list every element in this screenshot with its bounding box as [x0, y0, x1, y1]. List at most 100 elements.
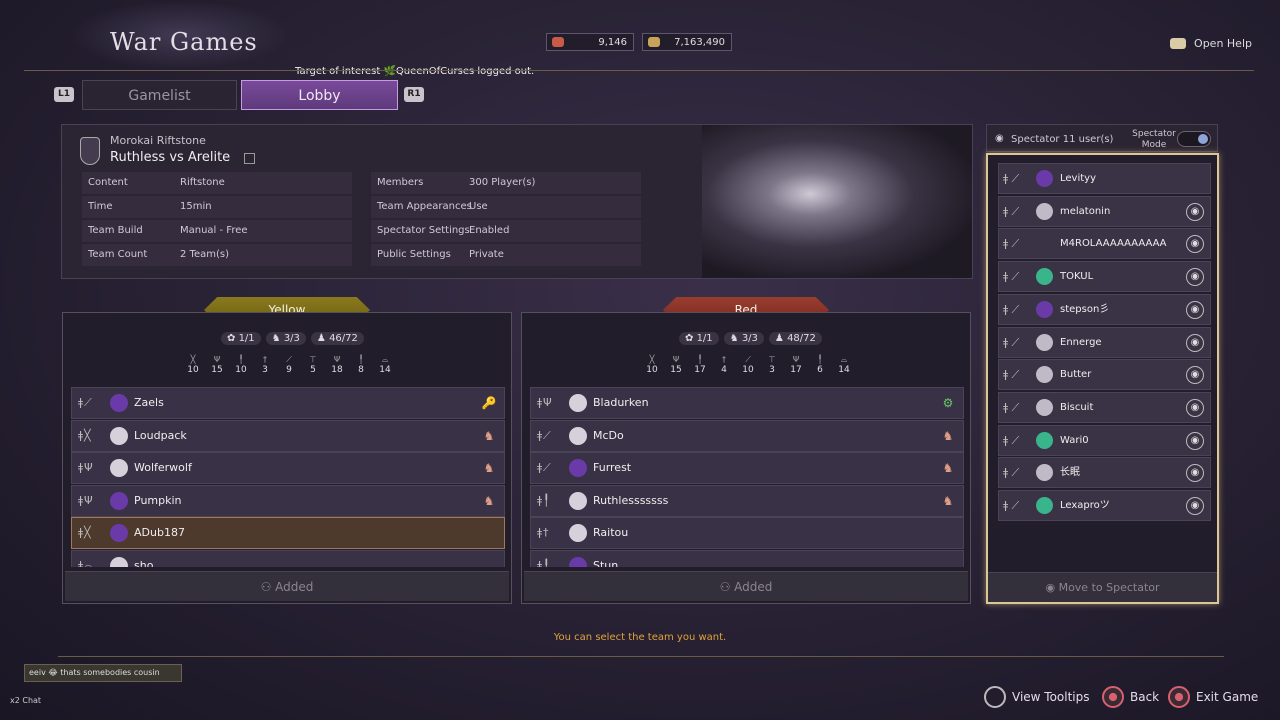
crest-icon [569, 556, 587, 567]
spectator-row[interactable]: ǂ ⟋ stepson彡 ◉ [998, 293, 1211, 325]
spectator-name: stepson彡 [1060, 303, 1110, 315]
info-value: Riftstone [180, 177, 225, 188]
spectator-row[interactable]: ǂ ⟋ Levityy [998, 163, 1211, 194]
player-list[interactable]: ǂ⟋ Zaels 🔑 ǂ╳ Loudpack ♞ ǂΨ Wolferwolf ♞ ǂΨ Pumpki… [71, 387, 505, 567]
added-button[interactable]: ⚇ Added [524, 571, 968, 601]
spectator-row[interactable]: ǂ ⟋ TOKUL ◉ [998, 261, 1211, 293]
eye-icon[interactable]: ◉ [1186, 202, 1204, 221]
player-list[interactable]: ǂΨ Bladurken ⚙ ǂ⟋ McDo ♞ ǂ⟋ Furrest ♞ ǂ╿ Ruthlesss… [530, 387, 964, 567]
eye-icon[interactable]: ◉ [1186, 333, 1204, 352]
horse-icon: ♞ [483, 493, 495, 508]
spectator-name: TOKUL [1060, 271, 1094, 283]
spectator-mode-toggle[interactable] [1177, 131, 1211, 147]
crest-icon [1036, 366, 1053, 384]
eye-icon[interactable]: ◉ [1186, 366, 1204, 385]
count-value: 5 [310, 365, 316, 375]
weapon-icons: ǂ ⟋ [1003, 335, 1020, 349]
weapon-icons: ǂ╿ [537, 493, 551, 507]
info-key: Time [88, 201, 113, 212]
weapon-icons: ǂ ⟋ [1003, 368, 1020, 382]
tab-lobby[interactable]: Lobby [241, 80, 398, 110]
player-row[interactable]: ǂ† Raitou [530, 517, 964, 550]
role-count: Ψ 15 [664, 355, 688, 375]
team-stat: ♞ 3/3 [723, 332, 764, 345]
eye-icon[interactable]: ◉ [1186, 398, 1204, 417]
player-name: Wolferwolf [134, 461, 192, 475]
spectator-name: Butter [1060, 369, 1092, 381]
eye-icon[interactable]: ◉ [1186, 464, 1204, 483]
chat-label[interactable]: x2 Chat [10, 696, 41, 705]
weapon-icons: ǂ ⟋ [1003, 499, 1020, 512]
crest-icon [1036, 333, 1053, 351]
spectator-row[interactable]: ǂ ⟋ Lexaproツ ◉ [998, 490, 1211, 521]
player-row[interactable]: ǂ⌓ sho [71, 549, 505, 567]
eye-icon[interactable]: ◉ [1186, 497, 1204, 515]
spectator-row[interactable]: ǂ ⟋ Wari0 ◉ [998, 424, 1211, 456]
player-row[interactable]: ǂΨ Bladurken ⚙ [530, 387, 964, 419]
tab-gamelist[interactable]: Gamelist [82, 80, 237, 110]
l1-key-icon[interactable]: L1 [54, 87, 74, 102]
weapon-icon: ╿ [697, 355, 703, 364]
player-name: Bladurken [593, 396, 649, 409]
stat-value: 48/72 [787, 333, 816, 344]
stat-value: 1/1 [238, 333, 255, 344]
horse-icon: ♞ [483, 461, 495, 476]
tab-bar: L1 Gamelist Lobby R1 [36, 78, 446, 112]
weapon-icons: ǂΨ [537, 396, 553, 409]
player-row[interactable]: ǂΨ Pumpkin ♞ [71, 484, 505, 517]
spectator-row[interactable]: ǂ ⟋ melatonin ◉ [998, 195, 1211, 227]
spectator-row[interactable]: ǂ ⟋ Ennerge ◉ [998, 326, 1211, 358]
player-row[interactable]: ǂ╳ ADub187 [71, 517, 505, 550]
player-row[interactable]: ǂΨ Wolferwolf ♞ [71, 452, 505, 485]
exit-game-button[interactable]: Exit Game [1168, 686, 1258, 708]
spectator-name: Wari0 [1060, 434, 1089, 446]
eye-icon[interactable]: ◉ [1186, 300, 1204, 319]
spectator-row[interactable]: ǂ ⟋ M4ROLAAAAAAAAAA ◉ [998, 228, 1211, 260]
info-key: Members [377, 177, 424, 188]
view-tooltips-button[interactable]: View Tooltips [984, 686, 1090, 708]
key-icon: 🔑 [481, 396, 497, 410]
touchpad-icon [1170, 38, 1187, 49]
role-count: ⌓ 14 [373, 355, 397, 375]
stat-value: 3/3 [283, 333, 300, 344]
eye-icon[interactable]: ◉ [1186, 431, 1204, 450]
spectator-row[interactable]: ǂ ⟋ 长眠 ◉ [998, 457, 1211, 489]
spectator-name: Ennerge [1060, 336, 1102, 348]
crest-icon [110, 491, 128, 510]
weapon-icons: ǂ ⟋ [1003, 237, 1020, 251]
spectator-name: Biscuit [1060, 401, 1094, 413]
weapon-icon: † [722, 355, 726, 364]
team-stats: ✿ 1/1 ♞ 3/3 ♟ 48/72 [679, 332, 822, 345]
player-row[interactable]: ǂ⟋ McDo ♞ [530, 419, 964, 452]
weapon-icons: ǂ╿ [537, 558, 551, 567]
open-help-button[interactable]: Open Help [1170, 37, 1252, 50]
eye-icon[interactable]: ◉ [1186, 235, 1204, 254]
horse-icon: ♞ [483, 428, 495, 443]
player-row[interactable]: ǂ⟋ Furrest ♞ [530, 452, 964, 485]
weapon-icon: ⊤ [768, 355, 776, 364]
player-row[interactable]: ǂ╳ Loudpack ♞ [71, 419, 505, 452]
info-key: Spectator Settings [377, 225, 470, 236]
added-button[interactable]: ⚇ Added [65, 571, 509, 601]
info-row: Members 300 Player(s) [371, 172, 641, 194]
stat-value: 46/72 [329, 333, 358, 344]
player-row[interactable]: ǂ╿ Ruthlesssssss ♞ [530, 484, 964, 517]
stick-icon [984, 686, 1006, 708]
eye-icon: ◉ [995, 133, 1004, 144]
crest-icon [569, 394, 587, 412]
role-count: ⟋ 10 [736, 355, 760, 375]
crest-icon [1036, 202, 1053, 220]
count-value: 6 [817, 365, 823, 375]
crest-icon [569, 491, 587, 510]
back-button[interactable]: Back [1102, 686, 1159, 708]
r1-key-icon[interactable]: R1 [404, 87, 424, 102]
player-row[interactable]: ǂ╿ Stun [530, 549, 964, 567]
move-to-spectator-button[interactable]: ◉ Move to Spectator [988, 572, 1217, 602]
toast-message: Target of interest 🌿QueenOfCurses logged… [295, 66, 535, 77]
spectator-row[interactable]: ǂ ⟋ Biscuit ◉ [998, 391, 1211, 423]
spectator-row[interactable]: ǂ ⟋ Butter ◉ [998, 359, 1211, 391]
copy-icon[interactable] [244, 153, 255, 164]
player-row[interactable]: ǂ⟋ Zaels 🔑 [71, 387, 505, 419]
eye-icon[interactable]: ◉ [1186, 268, 1204, 287]
count-value: 10 [646, 365, 658, 375]
